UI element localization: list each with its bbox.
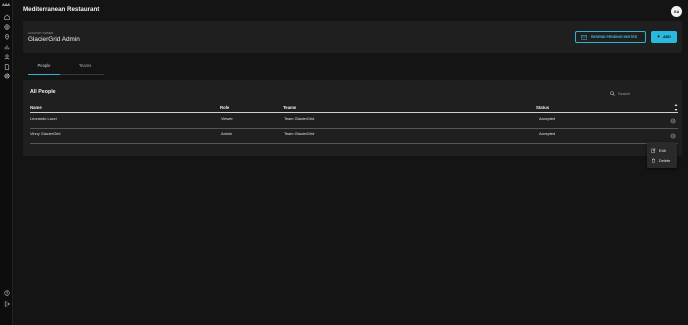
add-label: ADD xyxy=(663,35,671,39)
row-1-teams: Team GlacierGrid xyxy=(284,116,315,121)
row-2-teams: Team GlacierGrid xyxy=(284,131,315,136)
location-icon[interactable] xyxy=(3,33,10,40)
column-header-status[interactable]: Status xyxy=(536,105,549,110)
row-1-role: Viewer xyxy=(221,116,233,121)
add-person-button[interactable]: + ADD xyxy=(651,31,677,43)
account-owner-card: ACCOUNT OWNER GlacierGrid Admin RESEND P… xyxy=(23,21,682,53)
help-icon[interactable] xyxy=(3,289,10,296)
row-actions-menu: Edit Delete xyxy=(647,142,677,168)
globe-icon[interactable] xyxy=(3,23,10,30)
tab-bar: People Teams xyxy=(28,63,104,75)
row-2-status: Accepted xyxy=(539,131,556,136)
account-owner-name: GlacierGrid Admin xyxy=(28,36,80,43)
row-1-status: Accepted xyxy=(539,116,556,121)
user-icon[interactable] xyxy=(3,53,10,60)
edit-label: Edit xyxy=(659,147,666,153)
row-2-role: Admin xyxy=(221,131,233,136)
page-title: Mediterranean Restaurant xyxy=(23,6,100,13)
home-icon[interactable] xyxy=(3,13,10,20)
tab-divider xyxy=(60,73,104,75)
app-logo: AAA xyxy=(2,2,10,7)
search-icon xyxy=(610,90,615,96)
edit-menu-item[interactable]: Edit xyxy=(651,146,675,154)
row-2-gear-icon[interactable] xyxy=(670,133,676,139)
account-owner-label: ACCOUNT OWNER xyxy=(28,31,54,35)
chart-icon[interactable] xyxy=(3,43,10,50)
column-header-role[interactable]: Role xyxy=(220,105,229,110)
avatar[interactable]: GA xyxy=(671,6,682,17)
sort-icon[interactable] xyxy=(674,103,678,112)
trash-icon xyxy=(652,157,655,163)
all-people-card: All People Search Name Role Teams Status… xyxy=(23,80,682,156)
gear-icon[interactable] xyxy=(3,72,10,79)
envelope-icon xyxy=(581,34,587,40)
row-1-name: Leonardo Lazzi xyxy=(30,116,57,121)
plus-icon: + xyxy=(657,34,661,40)
column-header-teams[interactable]: Teams xyxy=(283,105,296,110)
row-1-gear-icon[interactable] xyxy=(670,118,676,124)
table-header-divider xyxy=(30,112,678,113)
resend-pending-invites-button[interactable]: RESEND PENDING INVITES xyxy=(575,31,646,43)
active-tab-indicator xyxy=(28,73,60,75)
section-title: All People xyxy=(30,89,56,95)
delete-menu-item[interactable]: Delete xyxy=(651,156,675,164)
document-icon[interactable] xyxy=(3,63,10,70)
resend-pending-invites-label: RESEND PENDING INVITES xyxy=(591,35,638,39)
edit-icon xyxy=(651,148,656,153)
logout-icon[interactable] xyxy=(3,300,10,307)
sidebar: AAA xyxy=(0,0,13,325)
search-field[interactable]: Search xyxy=(610,89,662,97)
search-input[interactable]: Search xyxy=(618,91,630,96)
column-header-name[interactable]: Name xyxy=(30,105,42,110)
delete-label: Delete xyxy=(659,157,671,163)
row-2-name: Vinny GlacierGrid xyxy=(30,131,61,136)
